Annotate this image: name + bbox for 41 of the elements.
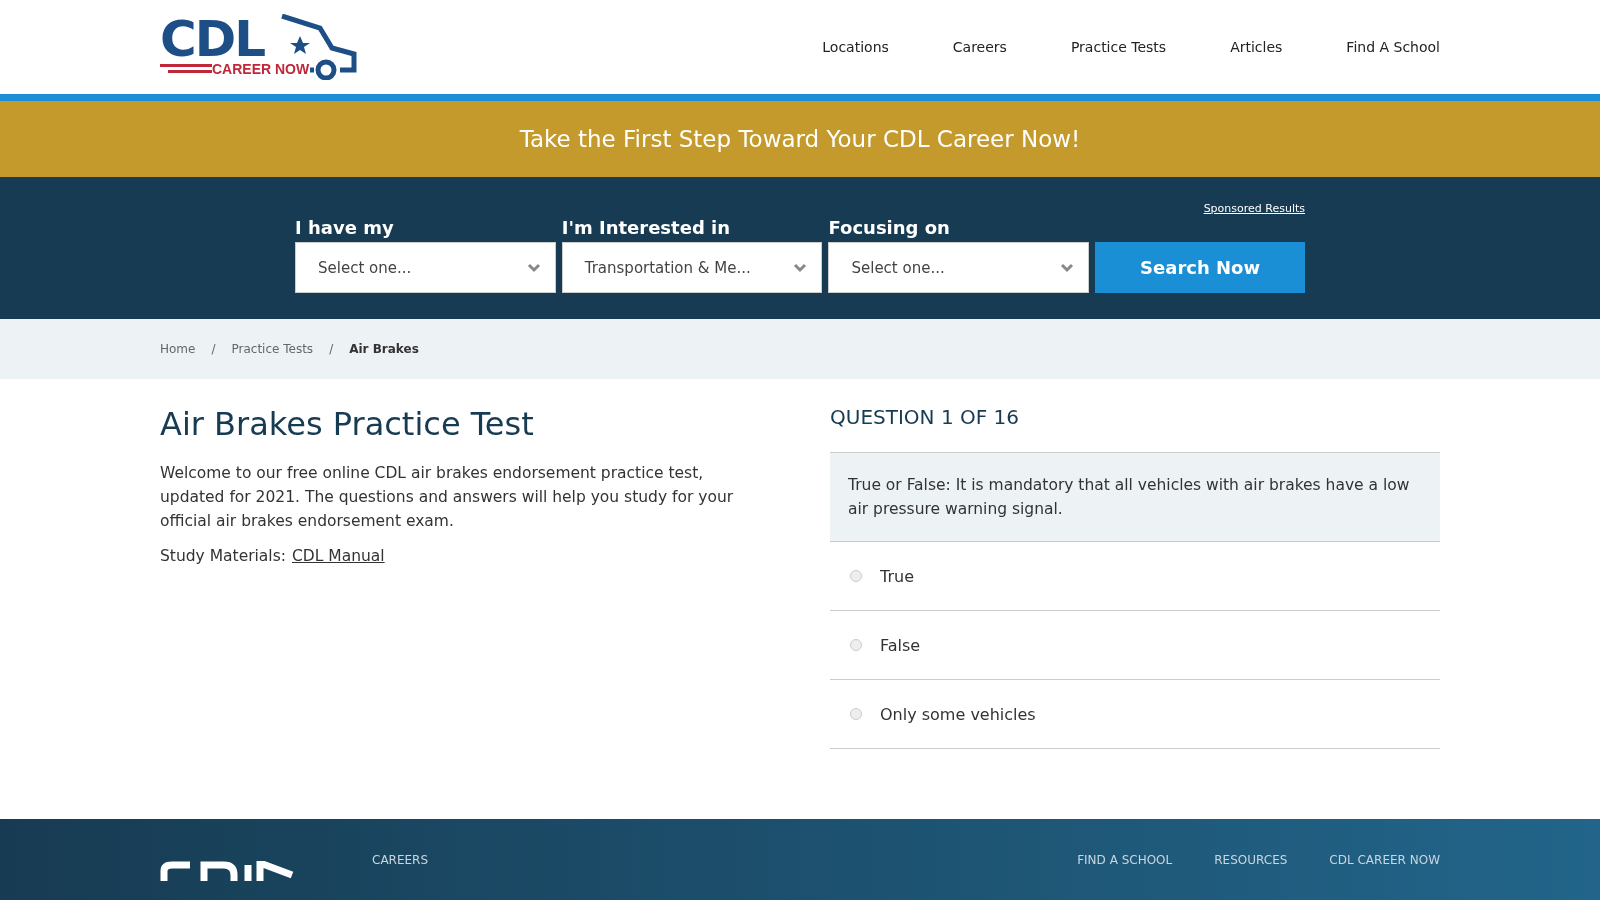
- logo-subtitle: CAREER NOW: [212, 62, 310, 76]
- search-now-button[interactable]: Search Now: [1095, 242, 1305, 293]
- nav-link[interactable]: Practice Tests: [1070, 39, 1167, 55]
- nav-link[interactable]: Articles: [1230, 39, 1283, 55]
- study-materials-label: Study Materials:: [160, 547, 286, 565]
- select-dropdown[interactable]: Select one...: [295, 242, 556, 293]
- breadcrumb-separator: /: [211, 342, 216, 356]
- nav-link[interactable]: Find A School: [1346, 39, 1440, 55]
- logo-title: CDL: [160, 14, 265, 64]
- question-counter: QUESTION 1 OF 16: [830, 405, 1021, 429]
- radio-button[interactable]: [850, 570, 862, 582]
- radio-button[interactable]: [850, 639, 862, 651]
- select-dropdown[interactable]: Select one...: [828, 242, 1090, 293]
- field-label: I'm Interested in: [561, 217, 732, 238]
- cdl-manual-link[interactable]: CDL Manual: [291, 547, 385, 565]
- footer-heading: RESOURCES: [1214, 853, 1288, 867]
- select-dropdown[interactable]: Transportation & Me...: [561, 242, 823, 293]
- footer-heading: CDL CAREER NOW: [1329, 853, 1440, 867]
- answer-option[interactable]: Only some vehicles: [880, 704, 1036, 724]
- sponsored-results-link[interactable]: Sponsored Results: [1203, 202, 1305, 215]
- site-logo[interactable]: CDL CAREER NOW: [160, 14, 358, 80]
- field-label: Focusing on: [828, 217, 951, 238]
- question-text: True or False: It is mandatory that all vehicles with air brakes have a low air pressure warning signal.: [830, 452, 1440, 542]
- breadcrumb-link[interactable]: Practice Tests: [231, 342, 314, 356]
- nav-link[interactable]: Careers: [952, 39, 1007, 55]
- breadcrumb-link[interactable]: Air Brakes: [349, 342, 419, 356]
- footer-heading: CAREERS: [372, 853, 429, 867]
- banner-text: Take the First Step Toward Your CDL Career Now!: [519, 126, 1081, 152]
- page-title: Air Brakes Practice Test: [160, 405, 535, 443]
- intro-paragraph: Welcome to our free online CDL air brakes endorsement practice test, updated for 2021. The questions and answers will help you study for your official air brakes endorsement exam.: [160, 463, 735, 532]
- footer-heading: FIND A SCHOOL: [1077, 853, 1173, 867]
- breadcrumb-separator: /: [329, 342, 334, 356]
- breadcrumb-link[interactable]: Home: [160, 342, 196, 356]
- field-label: I have my: [295, 217, 395, 238]
- answer-option[interactable]: False: [880, 635, 921, 655]
- chevron-down-icon: [793, 262, 808, 273]
- answer-option[interactable]: True: [880, 566, 914, 586]
- radio-button[interactable]: [850, 708, 862, 720]
- chevron-down-icon: [1060, 262, 1075, 273]
- chevron-down-icon: [526, 262, 541, 273]
- nav-link[interactable]: Locations: [822, 39, 889, 55]
